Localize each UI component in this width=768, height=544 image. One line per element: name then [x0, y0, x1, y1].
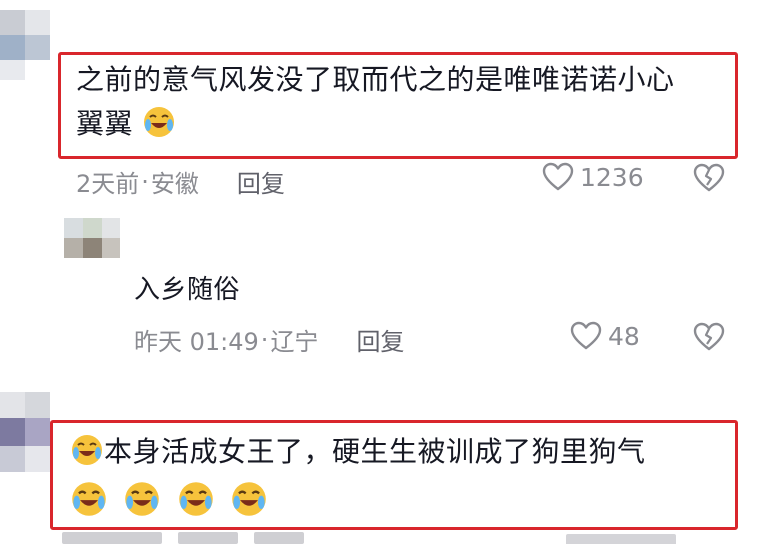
- crying-laughing-emoji-icon: [123, 480, 161, 518]
- avatar[interactable]: [0, 392, 50, 472]
- comment-time: 2天前: [76, 170, 140, 198]
- dislike-button[interactable]: [693, 322, 725, 356]
- comment-text-tail: 翼翼: [76, 107, 134, 140]
- comment-text-line: 之前的意气风发没了取而代之的是唯唯诺诺小心: [76, 63, 675, 96]
- meta-separator: ·: [260, 325, 269, 354]
- like-button[interactable]: 48: [570, 321, 640, 351]
- comment-text: 入乡随俗: [134, 268, 240, 312]
- comment-meta-cropped: [62, 532, 304, 544]
- heart-outline-icon: [570, 321, 602, 350]
- comment-text-line: 本身活成女王了，硬生生被训成了狗里狗气: [70, 430, 730, 474]
- comment-text-body: 本身活成女王了，硬生生被训成了狗里狗气: [104, 435, 646, 468]
- heart-outline-icon: [542, 162, 574, 191]
- reply-button[interactable]: 回复: [237, 164, 285, 199]
- comment-text: 之前的意气风发没了取而代之的是唯唯诺诺小心 翼翼: [76, 58, 726, 146]
- comment-text: 本身活成女王了，硬生生被训成了狗里狗气: [70, 430, 730, 525]
- broken-heart-icon: [693, 322, 725, 351]
- avatar[interactable]: [64, 218, 120, 258]
- reply-button[interactable]: 回复: [356, 322, 404, 357]
- comment-text-line: 翼翼: [76, 102, 726, 146]
- like-count: 48: [608, 321, 640, 351]
- comment-meta: 2天前 · 安徽 回复: [76, 164, 285, 199]
- comment-location: 安徽: [150, 170, 199, 198]
- comment-emoji-row: [70, 480, 730, 525]
- comment-meta: 昨天 01:49 · 辽宁 回复: [134, 322, 404, 357]
- crying-laughing-emoji-icon: [230, 480, 268, 518]
- like-button[interactable]: 1236: [542, 162, 644, 192]
- like-button-cropped: [566, 534, 676, 544]
- like-count: 1236: [580, 162, 644, 192]
- crying-laughing-emoji-icon: [70, 433, 104, 467]
- avatar[interactable]: [0, 10, 50, 80]
- dislike-button[interactable]: [693, 163, 725, 197]
- crying-laughing-emoji-icon: [70, 480, 108, 518]
- meta-separator: ·: [141, 167, 149, 196]
- crying-laughing-emoji-icon: [142, 105, 176, 139]
- comment-location: 辽宁: [270, 328, 319, 356]
- comment-text-line: 入乡随俗: [134, 275, 241, 305]
- broken-heart-icon: [693, 163, 725, 192]
- crying-laughing-emoji-icon: [177, 480, 215, 518]
- comment-time: 昨天 01:49: [134, 328, 259, 356]
